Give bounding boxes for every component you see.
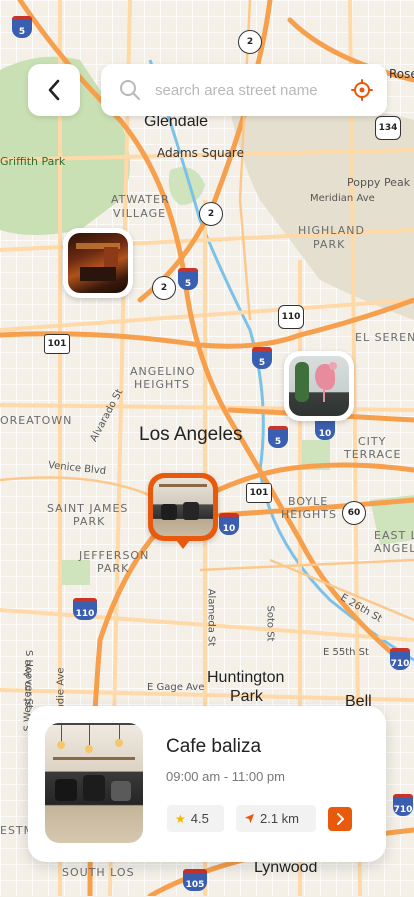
district-label-city: CITY <box>358 435 387 448</box>
district-label-angel: ANGEL <box>374 542 414 555</box>
route-shield: 60 <box>342 501 366 525</box>
star-icon: ★ <box>175 811 186 826</box>
street-label-e55: E 55th St <box>323 647 369 658</box>
place-photo <box>153 478 213 536</box>
search-input[interactable] <box>153 80 351 100</box>
route-shield: 134 <box>375 116 401 140</box>
district-label-boyle: BOYLE <box>288 495 329 508</box>
district-label-adams-square: Adams Square <box>157 146 244 160</box>
route-shield: 2 <box>152 276 176 300</box>
city-label-park: Park <box>230 688 263 705</box>
route-shield: 710 <box>390 648 410 670</box>
route-shield: 5 <box>252 347 272 369</box>
route-shield: 110 <box>73 598 97 620</box>
rating-chip: ★ 4.5 <box>167 805 224 832</box>
route-shield: 5 <box>268 426 288 448</box>
place-hours: 09:00 am - 11:00 pm <box>166 769 285 784</box>
city-label-los-angeles: Los Angeles <box>139 424 243 445</box>
park-patch <box>60 560 90 585</box>
route-shield: 2 <box>238 30 262 54</box>
route-shield: 710 <box>393 794 413 816</box>
district-label-park-hl: PARK <box>313 238 346 251</box>
route-shield: 5 <box>178 268 198 290</box>
navigation-arrow-icon <box>244 813 255 824</box>
district-label-atwater: ATWATER <box>111 193 170 206</box>
place-card-photo <box>45 723 143 843</box>
district-label-saint-james: SAINT JAMES <box>47 502 129 515</box>
place-photo <box>289 356 349 416</box>
district-label-highland: HIGHLAND <box>298 224 365 237</box>
district-label-poppy-peak: Poppy Peak <box>347 176 411 189</box>
rating-value: 4.5 <box>190 811 209 826</box>
district-label-angelino: ANGELINO <box>130 365 196 378</box>
district-label-el-sereno: EL SERENO <box>355 331 414 344</box>
district-label-terrace: TERRACE <box>344 448 402 461</box>
distance-value: 2.1 km <box>260 811 300 826</box>
district-label-jefferson: JEFFERSON <box>79 549 150 562</box>
district-label-park-sj: PARK <box>73 515 106 528</box>
chevron-left-icon <box>48 79 60 101</box>
route-shield: 5 <box>12 16 32 38</box>
place-pin-bar[interactable] <box>63 228 133 298</box>
street-label-soto: Soto St <box>264 605 276 642</box>
route-shield: 2 <box>199 202 223 226</box>
place-pin-flamingo[interactable] <box>284 351 354 421</box>
district-label-village: VILLAGE <box>113 207 167 220</box>
back-button[interactable] <box>28 64 80 116</box>
chevron-right-icon <box>337 813 344 825</box>
street-label-meridian: Meridian Ave <box>310 193 375 204</box>
distance-chip: 2.1 km <box>236 805 316 832</box>
district-label-griffith-park: Griffith Park <box>0 155 66 168</box>
street-label-alameda: Alameda St <box>205 588 217 647</box>
route-shield: 110 <box>278 305 304 329</box>
district-label-boyle-heights: HEIGHTS <box>281 508 337 521</box>
open-place-button[interactable] <box>328 807 352 831</box>
route-shield: 101 <box>44 334 70 354</box>
place-pin-cafe-baliza-selected[interactable] <box>148 473 218 549</box>
place-photo <box>68 233 128 293</box>
district-label-park-jf: PARK <box>97 562 130 575</box>
district-label-rose: Rose <box>389 67 414 81</box>
district-label-heights: HEIGHTS <box>134 378 190 391</box>
district-label-south-los: SOUTH LOS <box>62 866 135 879</box>
route-shield: 105 <box>183 869 207 891</box>
route-shield: 10 <box>315 418 335 440</box>
search-icon <box>120 80 140 100</box>
place-name: Cafe baliza <box>166 736 262 757</box>
crosshair-icon[interactable] <box>351 79 373 101</box>
route-shield: 101 <box>246 483 272 503</box>
route-shield: 10 <box>219 513 239 535</box>
district-label-east-la: EAST L <box>374 529 414 542</box>
street-label-gage: E Gage Ave <box>147 682 205 693</box>
district-label-koreatown: OREATOWN <box>0 414 73 427</box>
city-label-huntington: Huntington <box>207 669 285 686</box>
search-bar <box>101 64 387 116</box>
place-card[interactable]: Cafe baliza 09:00 am - 11:00 pm ★ 4.5 2.… <box>28 706 386 862</box>
